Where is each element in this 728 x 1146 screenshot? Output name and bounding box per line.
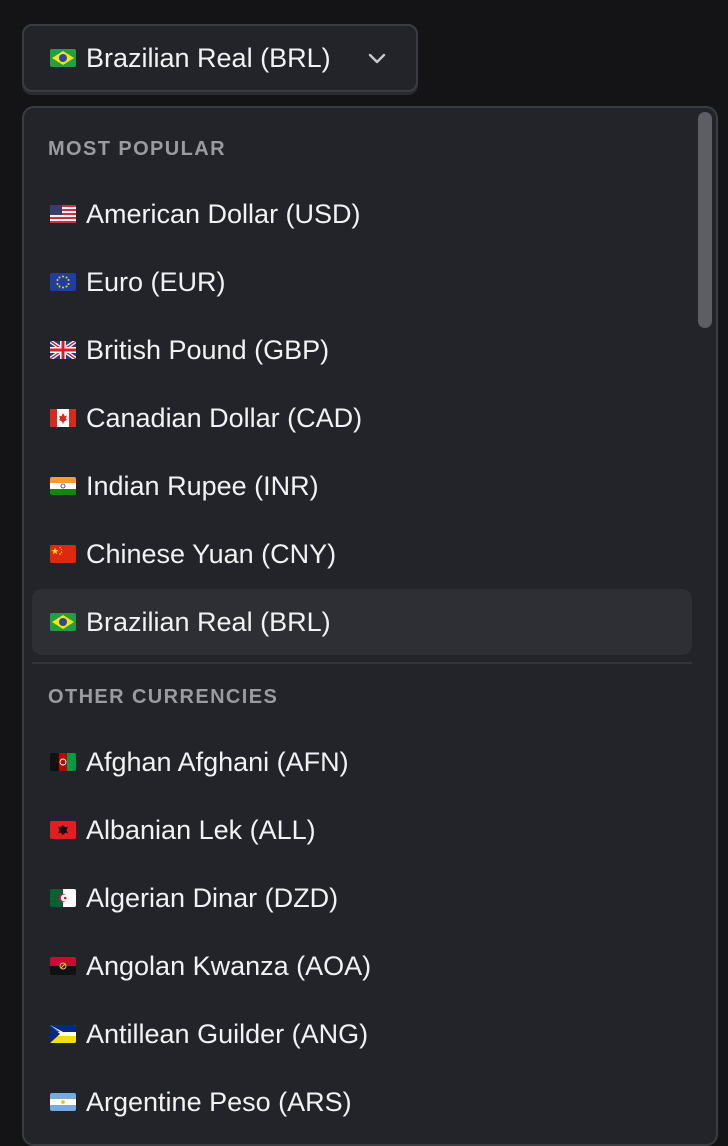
brazil-flag-icon xyxy=(50,49,76,67)
selected-currency-label: Brazilian Real (BRL) xyxy=(86,42,331,73)
option-usd[interactable]: American Dollar (USD) xyxy=(32,181,692,247)
option-label: Brazilian Real (BRL) xyxy=(86,606,331,637)
algeria-flag-icon xyxy=(50,889,76,907)
brazil-flag-icon xyxy=(50,613,76,631)
group-header-most-popular: MOST POPULAR xyxy=(48,138,226,160)
option-label: Algerian Dinar (DZD) xyxy=(86,882,339,913)
group-header-other-currencies: OTHER CURRENCIES xyxy=(48,686,279,708)
currency-select-trigger[interactable]: Brazilian Real (BRL) xyxy=(22,24,418,92)
option-label: Canadian Dollar (CAD) xyxy=(86,402,363,433)
option-label: Chinese Yuan (CNY) xyxy=(86,538,337,569)
option-afn[interactable]: Afghan Afghani (AFN) xyxy=(32,729,692,795)
option-ang[interactable]: Antillean Guilder (ANG) xyxy=(32,1001,692,1067)
option-gbp[interactable]: British Pound (GBP) xyxy=(32,317,692,383)
option-label: Angolan Kwanza (AOA) xyxy=(86,950,372,981)
argentina-flag-icon xyxy=(50,1093,76,1111)
option-aoa[interactable]: Angolan Kwanza (AOA) xyxy=(32,933,692,999)
chevron-down-icon xyxy=(368,53,386,64)
currency-dropdown-list[interactable]: MOST POPULAR American Dollar (USD) Euro … xyxy=(22,106,718,1146)
afghanistan-flag-icon xyxy=(50,753,76,771)
option-brl[interactable]: Brazilian Real (BRL) xyxy=(32,589,692,655)
option-label: American Dollar (USD) xyxy=(86,198,361,229)
angola-flag-icon xyxy=(50,957,76,975)
option-eur[interactable]: Euro (EUR) xyxy=(32,249,692,315)
option-label: Antillean Guilder (ANG) xyxy=(86,1018,369,1049)
option-inr[interactable]: Indian Rupee (INR) xyxy=(32,453,692,519)
group-divider xyxy=(32,662,692,664)
option-dzd[interactable]: Algerian Dinar (DZD) xyxy=(32,865,692,931)
usa-flag-icon xyxy=(50,205,76,223)
scrollbar-thumb[interactable] xyxy=(698,112,712,328)
option-cad[interactable]: Canadian Dollar (CAD) xyxy=(32,385,692,451)
india-flag-icon xyxy=(50,477,76,495)
option-label: British Pound (GBP) xyxy=(86,334,330,365)
uk-flag-icon xyxy=(50,341,76,359)
option-all[interactable]: Albanian Lek (ALL) xyxy=(32,797,692,863)
albania-flag-icon xyxy=(50,821,76,839)
canada-flag-icon xyxy=(50,409,76,427)
option-label: Euro (EUR) xyxy=(86,266,226,297)
option-ars[interactable]: Argentine Peso (ARS) xyxy=(32,1069,692,1135)
antilles-flag-icon xyxy=(50,1025,76,1043)
option-label: Albanian Lek (ALL) xyxy=(86,814,316,845)
option-cny[interactable]: Chinese Yuan (CNY) xyxy=(32,521,692,587)
eu-flag-icon xyxy=(50,273,76,291)
option-label: Argentine Peso (ARS) xyxy=(86,1086,352,1117)
option-label: Indian Rupee (INR) xyxy=(86,470,319,501)
option-label: Afghan Afghani (AFN) xyxy=(86,746,349,777)
china-flag-icon xyxy=(50,545,76,563)
